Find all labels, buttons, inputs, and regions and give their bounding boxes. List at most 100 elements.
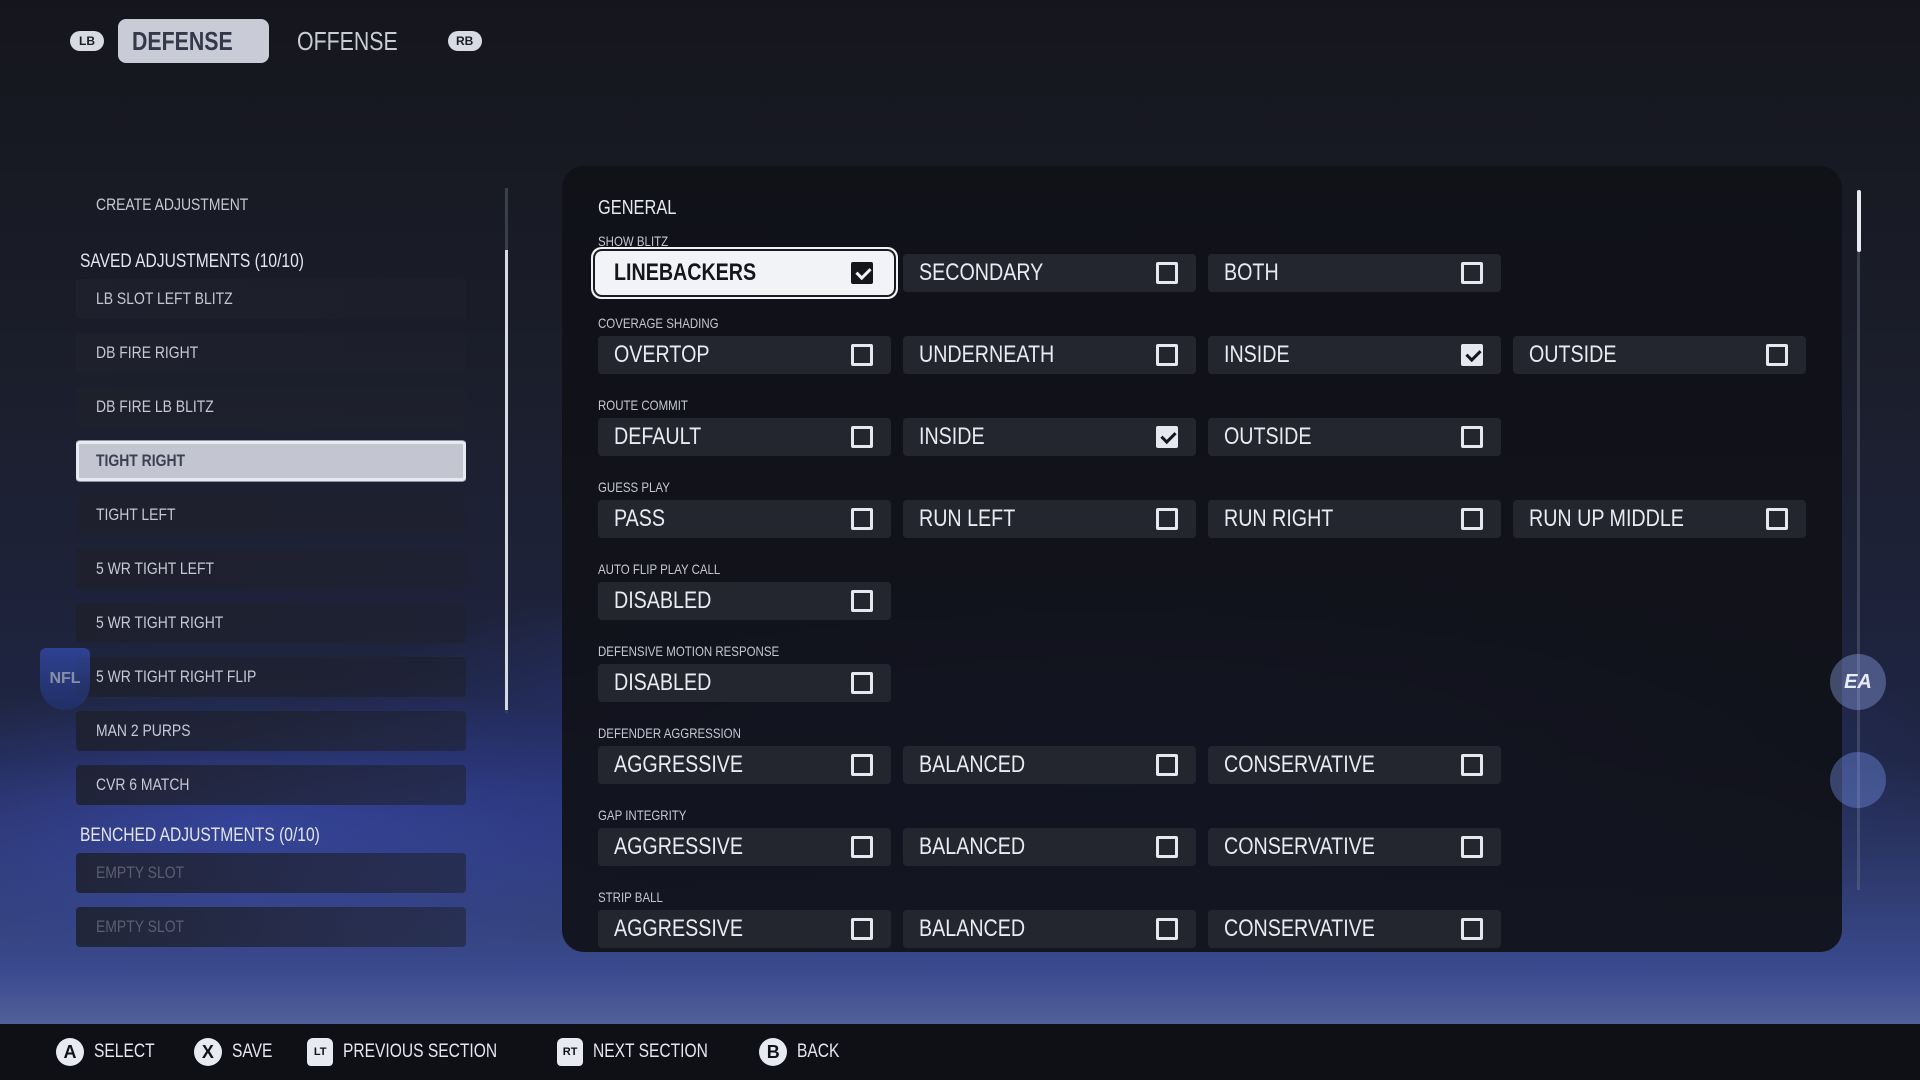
option-label: CONSERVATIVE: [1224, 833, 1375, 860]
checkbox-empty-icon[interactable]: [851, 836, 873, 858]
checkbox-checked-icon[interactable]: [1156, 426, 1178, 448]
option-toggle[interactable]: RUN RIGHT: [1208, 500, 1501, 538]
saved-adjustment-item[interactable]: TIGHT RIGHT: [76, 441, 466, 481]
checkbox-empty-icon[interactable]: [851, 426, 873, 448]
category-label-text: STRIP BALL: [598, 889, 663, 905]
option-label: AGGRESSIVE: [614, 915, 744, 942]
option-label: LINEBACKERS: [614, 259, 757, 286]
create-adjustment-label: CREATE ADJUSTMENT: [96, 195, 249, 214]
option-toggle[interactable]: AGGRESSIVE: [598, 828, 891, 866]
option-toggle[interactable]: CONSERVATIVE: [1208, 746, 1501, 784]
checkbox-empty-icon[interactable]: [1461, 918, 1483, 940]
checkbox-empty-icon[interactable]: [1766, 344, 1788, 366]
checkbox-empty-icon[interactable]: [1156, 344, 1178, 366]
option-toggle[interactable]: INSIDE: [903, 418, 1196, 456]
tab-offense-label: OFFENSE: [296, 25, 398, 56]
checkbox-empty-icon[interactable]: [1461, 262, 1483, 284]
option-label: SECONDARY: [919, 259, 1044, 286]
tab-defense[interactable]: DEFENSE: [118, 19, 269, 63]
option-toggle[interactable]: OVERTOP: [598, 336, 891, 374]
checkbox-empty-icon[interactable]: [1461, 836, 1483, 858]
checkbox-empty-icon[interactable]: [851, 344, 873, 366]
saved-adjustment-item[interactable]: CVR 6 MATCH: [76, 765, 466, 805]
checkbox-empty-icon[interactable]: [1156, 754, 1178, 776]
x-button-icon: X: [193, 1038, 222, 1066]
option-toggle[interactable]: BALANCED: [903, 746, 1196, 784]
option-toggle[interactable]: LINEBACKERS: [598, 254, 891, 292]
checkbox-empty-icon[interactable]: [1766, 508, 1788, 530]
saved-adjustment-item[interactable]: 5 WR TIGHT LEFT: [76, 549, 466, 589]
option-toggle[interactable]: BOTH: [1208, 254, 1501, 292]
saved-adjustments-header: SAVED ADJUSTMENTS (10/10): [76, 245, 466, 279]
checkbox-empty-icon[interactable]: [1156, 262, 1178, 284]
option-toggle[interactable]: AGGRESSIVE: [598, 910, 891, 948]
saved-adjustment-item[interactable]: 5 WR TIGHT RIGHT: [76, 603, 466, 643]
saved-adjustment-item[interactable]: 5 WR TIGHT RIGHT FLIP: [76, 657, 466, 697]
create-adjustment-button[interactable]: CREATE ADJUSTMENT: [76, 185, 466, 225]
benched-adjustments-list: EMPTY SLOT EMPTY SLOT: [76, 853, 466, 947]
option-toggle[interactable]: RUN LEFT: [903, 500, 1196, 538]
option-row: AGGRESSIVE BALANCED CONSERVATIVE: [598, 828, 1818, 866]
hint-save[interactable]: X SAVE: [193, 1038, 281, 1066]
checkbox-empty-icon[interactable]: [1461, 508, 1483, 530]
checkbox-empty-icon[interactable]: [1156, 918, 1178, 940]
hint-select[interactable]: A SELECT: [56, 1038, 168, 1066]
option-toggle[interactable]: BALANCED: [903, 910, 1196, 948]
tab-offense[interactable]: OFFENSE: [283, 19, 434, 63]
hint-label: SELECT: [94, 1041, 155, 1062]
saved-adjustment-item[interactable]: DB FIRE LB BLITZ: [76, 387, 466, 427]
option-toggle[interactable]: DISABLED: [598, 582, 891, 620]
option-toggle[interactable]: SECONDARY: [903, 254, 1196, 292]
saved-adjustment-item[interactable]: TIGHT LEFT: [76, 495, 466, 535]
general-section-title: GENERAL: [598, 190, 1818, 226]
option-label: BOTH: [1224, 259, 1279, 286]
option-row: DISABLED: [598, 664, 1818, 702]
left-scrollbar[interactable]: [505, 188, 508, 713]
option-toggle[interactable]: BALANCED: [903, 828, 1196, 866]
option-toggle[interactable]: PASS: [598, 500, 891, 538]
lb-bumper-icon[interactable]: LB: [70, 31, 104, 51]
saved-adjustment-item[interactable]: DB FIRE RIGHT: [76, 333, 466, 373]
settings-scrollbar-thumb[interactable]: [1857, 190, 1861, 252]
hint-label: BACK: [797, 1041, 840, 1062]
option-toggle[interactable]: AGGRESSIVE: [598, 746, 891, 784]
saved-adjustment-item[interactable]: MAN 2 PURPS: [76, 711, 466, 751]
hint-next-section[interactable]: RT NEXT SECTION: [557, 1038, 733, 1066]
checkbox-empty-icon[interactable]: [851, 918, 873, 940]
category-label-text: GUESS PLAY: [598, 479, 670, 495]
left-scrollbar-thumb[interactable]: [505, 250, 508, 710]
checkbox-empty-icon[interactable]: [851, 754, 873, 776]
checkbox-checked-icon[interactable]: [851, 262, 873, 284]
benched-adjustments-header-text: BENCHED ADJUSTMENTS (0/10): [80, 825, 320, 846]
option-toggle[interactable]: CONSERVATIVE: [1208, 910, 1501, 948]
checkbox-empty-icon[interactable]: [851, 508, 873, 530]
rb-bumper-icon[interactable]: RB: [447, 31, 482, 51]
saved-adjustment-label: LB SLOT LEFT BLITZ: [96, 289, 233, 308]
saved-adjustment-label: MAN 2 PURPS: [96, 721, 191, 740]
checkbox-empty-icon[interactable]: [1461, 426, 1483, 448]
benched-adjustments-header: BENCHED ADJUSTMENTS (0/10): [76, 819, 466, 853]
checkbox-checked-icon[interactable]: [1461, 344, 1483, 366]
option-toggle[interactable]: RUN UP MIDDLE: [1513, 500, 1806, 538]
saved-adjustment-label: 5 WR TIGHT RIGHT FLIP: [96, 667, 257, 686]
option-toggle[interactable]: CONSERVATIVE: [1208, 828, 1501, 866]
hint-back[interactable]: B BACK: [759, 1038, 849, 1066]
checkbox-empty-icon[interactable]: [1156, 508, 1178, 530]
ea-logo-text: EA: [1844, 670, 1872, 693]
benched-empty-slot[interactable]: EMPTY SLOT: [76, 853, 466, 893]
checkbox-empty-icon[interactable]: [1156, 836, 1178, 858]
option-toggle[interactable]: UNDERNEATH: [903, 336, 1196, 374]
option-toggle[interactable]: INSIDE: [1208, 336, 1501, 374]
option-label: RUN RIGHT: [1224, 505, 1334, 532]
option-toggle[interactable]: OUTSIDE: [1208, 418, 1501, 456]
option-toggle[interactable]: DISABLED: [598, 664, 891, 702]
saved-adjustment-item[interactable]: LB SLOT LEFT BLITZ: [76, 279, 466, 319]
option-toggle[interactable]: OUTSIDE: [1513, 336, 1806, 374]
benched-empty-slot[interactable]: EMPTY SLOT: [76, 907, 466, 947]
option-toggle[interactable]: DEFAULT: [598, 418, 891, 456]
hint-previous-section[interactable]: LT PREVIOUS SECTION: [307, 1038, 531, 1066]
checkbox-empty-icon[interactable]: [851, 672, 873, 694]
checkbox-empty-icon[interactable]: [1461, 754, 1483, 776]
saved-adjustment-label: TIGHT RIGHT: [96, 451, 186, 470]
checkbox-empty-icon[interactable]: [851, 590, 873, 612]
